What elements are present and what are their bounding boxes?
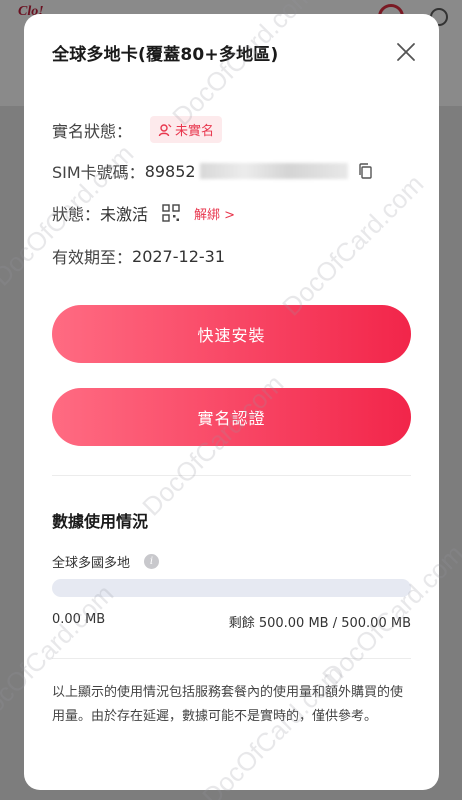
sim-label: SIM卡號碼： <box>52 163 145 182</box>
usage-plan-row: 全球多國多地 i <box>52 552 160 571</box>
unbind-link[interactable]: 解綁 > <box>194 204 235 223</box>
quick-install-button[interactable]: 快速安裝 <box>52 305 411 363</box>
remaining-amount: 剩餘 500.00 MB / 500.00 MB <box>228 616 411 631</box>
realname-verify-button[interactable]: 實名認證 <box>52 388 411 446</box>
sim-number-masked <box>199 163 348 179</box>
info-icon[interactable]: i <box>144 554 160 569</box>
state-label: 狀態： <box>52 205 101 224</box>
divider <box>52 658 411 659</box>
usage-plan-name: 全球多國多地 <box>52 556 131 571</box>
sim-row: SIM卡號碼： 89852 <box>52 159 374 183</box>
expiry-date: 2027-12-31 <box>132 246 225 266</box>
sim-detail-modal: 全球多地卡(覆蓋80+多地區) 實名狀態： 未實名 SIM卡號碼： 89852 … <box>24 14 439 790</box>
close-icon[interactable] <box>395 41 417 63</box>
expiry-row: 有效期至： 2027-12-31 <box>52 244 225 268</box>
realname-status: 未實名 <box>175 124 215 139</box>
usage-progress-bar <box>52 579 411 597</box>
usage-note: 以上顯示的使用情況包括服務套餐內的使用量和額外購買的使用量。由於存在延遲，數據可… <box>52 685 404 724</box>
expiry-label: 有效期至： <box>52 248 133 267</box>
sim-number-prefix: 89852 <box>144 161 196 181</box>
used-amount: 0.00 MB <box>52 612 106 627</box>
qr-code-icon[interactable] <box>162 204 180 222</box>
realname-row: 實名狀態： 未實名 <box>52 116 223 143</box>
realname-status-badge: 未實名 <box>150 116 223 143</box>
modal-title: 全球多地卡(覆蓋80+多地區) <box>52 45 279 65</box>
user-icon <box>158 123 172 136</box>
divider <box>52 475 411 476</box>
state-row: 狀態： 未激活 解綁 > <box>52 201 235 225</box>
realname-label: 實名狀態： <box>52 121 133 141</box>
copy-icon[interactable] <box>356 162 374 180</box>
state-value: 未激活 <box>100 205 149 224</box>
usage-section-title: 數據使用情況 <box>52 512 149 531</box>
